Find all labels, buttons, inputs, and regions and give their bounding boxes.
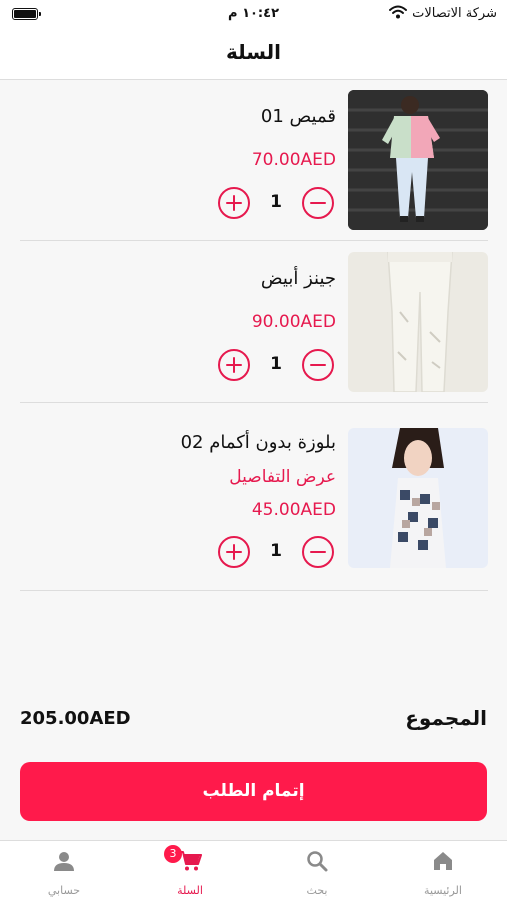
search-icon (307, 851, 328, 872)
home-icon (434, 852, 452, 870)
nav-header: السلة (0, 30, 507, 80)
status-bar: ١٠:٤٢ م شركة الاتصالات (0, 0, 507, 30)
increase-quantity-button[interactable] (218, 349, 250, 381)
user-icon (54, 852, 74, 871)
total-label: المجموع (405, 706, 487, 730)
tab-account[interactable]: حسابي (1, 841, 127, 900)
tab-search[interactable]: بحث (254, 841, 380, 900)
quantity-value: 1 (270, 354, 282, 374)
page-title: السلة (225, 40, 281, 64)
tab-label: حسابي (47, 884, 81, 897)
quantity-value: 1 (270, 541, 282, 561)
product-price: 70.00AED (251, 150, 336, 170)
tab-cart[interactable]: 3 السلة (127, 841, 253, 900)
decrease-quantity-button[interactable] (302, 349, 334, 381)
product-name: جينز أبيض (260, 268, 336, 289)
cart-item: جينز أبيض 90.00AED 1 (20, 241, 488, 403)
quantity-value: 1 (270, 192, 282, 212)
increase-quantity-button[interactable] (218, 187, 250, 219)
product-image-shirt[interactable] (348, 90, 488, 230)
product-image-blouse[interactable] (348, 428, 488, 568)
decrease-quantity-button[interactable] (302, 187, 334, 219)
product-name: قميص 01 (260, 106, 336, 127)
product-price: 45.00AED (251, 500, 336, 520)
cart-count-badge: 3 (164, 845, 182, 863)
tab-label: الرئيسية (424, 884, 462, 897)
tab-label: بحث (306, 884, 328, 897)
view-details-link[interactable]: عرض التفاصيل (229, 467, 336, 487)
checkout-button[interactable]: إتمام الطلب (20, 762, 487, 821)
cart-item: قميص 01 70.00AED 1 (20, 80, 488, 241)
tab-label: السلة (177, 884, 203, 897)
tab-home[interactable]: الرئيسية (380, 841, 506, 900)
product-name: بلوزة بدون أكمام 02 (180, 432, 336, 453)
decrease-quantity-button[interactable] (302, 536, 334, 568)
total-value: 205.00AED (20, 708, 131, 729)
increase-quantity-button[interactable] (218, 536, 250, 568)
product-price: 90.00AED (251, 312, 336, 332)
carrier-name: شركة الاتصالات (412, 6, 497, 21)
product-image-jeans[interactable] (348, 252, 488, 392)
cart-item: بلوزة بدون أكمام 02 عرض التفاصيل 45.00AE… (20, 403, 488, 591)
wifi-icon (389, 5, 407, 19)
bottom-tab-bar: الرئيسية بحث 3 السلة حسابي (0, 840, 507, 900)
